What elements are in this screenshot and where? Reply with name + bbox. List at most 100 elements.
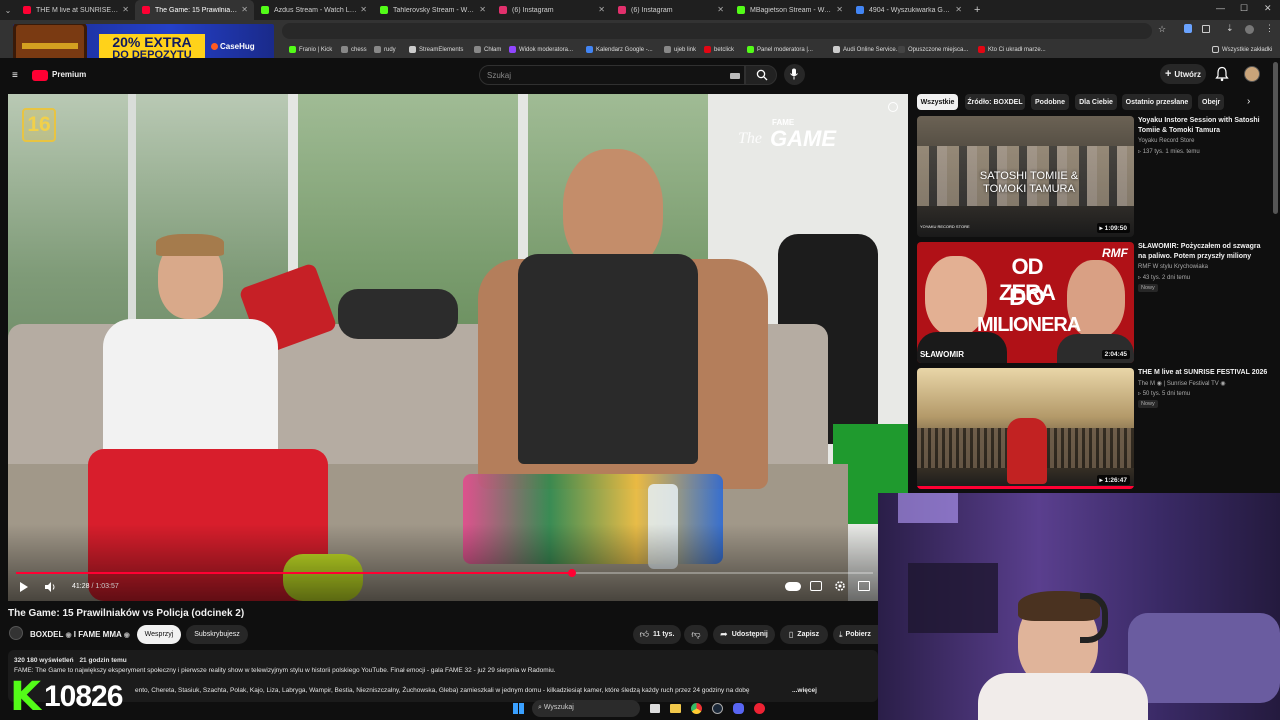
- taskbar-search[interactable]: ⌕ Wyszukaj: [532, 700, 640, 717]
- search-input[interactable]: Szukaj: [479, 65, 745, 85]
- settings-gear-icon[interactable]: [834, 580, 846, 592]
- bookmark-item[interactable]: rudy: [374, 46, 396, 53]
- user-avatar[interactable]: [1244, 66, 1260, 82]
- bookmark-item[interactable]: chess: [341, 46, 367, 53]
- bookmark-item[interactable]: Widok moderatora...: [509, 46, 573, 53]
- chip-source[interactable]: Źródło: BOXDEL: [965, 94, 1025, 110]
- tab-close-icon[interactable]: ✕: [717, 5, 724, 14]
- related-thumbnail[interactable]: ▸ 1:26:47: [917, 368, 1134, 489]
- related-title[interactable]: SŁAWOMIR: Pożyczałem od szwagra na paliw…: [1138, 242, 1268, 261]
- support-button[interactable]: Wesprzyj: [137, 625, 181, 644]
- related-channel[interactable]: Yoyaku Record Store: [1138, 138, 1194, 144]
- time-current: 41:28: [72, 583, 90, 590]
- browser-tab[interactable]: (6) Instagram ✕: [492, 0, 611, 20]
- bookmark-item[interactable]: Opuszczone miejsca...: [898, 46, 968, 53]
- notifications-bell-icon[interactable]: [1215, 66, 1229, 82]
- bookmark-item[interactable]: Chłam: [474, 46, 501, 53]
- tab-close-icon[interactable]: ✕: [122, 5, 129, 14]
- chrome-icon[interactable]: [691, 703, 702, 714]
- voice-search-button[interactable]: [784, 64, 805, 85]
- play-icon[interactable]: [19, 581, 29, 593]
- save-button[interactable]: ▯ Zapisz: [780, 625, 828, 644]
- browser-tab[interactable]: 4904 - Wyszukiwarka Google ✕: [849, 0, 968, 20]
- browser-tab[interactable]: The Game: 15 Prawilniaków vs✕: [135, 0, 254, 20]
- hamburger-menu-icon[interactable]: ≡: [12, 70, 18, 81]
- file-explorer-icon[interactable]: [670, 704, 681, 713]
- related-channel[interactable]: RMF W stylu Krychowiaka: [1138, 264, 1208, 270]
- minimize-button[interactable]: —: [1216, 3, 1225, 13]
- tab-close-icon[interactable]: ✕: [241, 5, 248, 14]
- bookmark-item[interactable]: Franio | Kick: [289, 46, 332, 53]
- chip-all[interactable]: Wszystkie: [917, 94, 958, 110]
- bookmark-item[interactable]: Panel moderatora |...: [747, 46, 813, 53]
- page-scrollbar[interactable]: [1273, 62, 1278, 214]
- bookmark-item[interactable]: Kto Ci ukradł marze...: [978, 46, 1046, 53]
- bookmarks-folder[interactable]: Wszystkie zakładki: [1212, 46, 1272, 53]
- menu-icon[interactable]: ⋮: [1265, 23, 1274, 34]
- tab-search-icon[interactable]: ⌄: [0, 6, 16, 15]
- chip-watched[interactable]: Obejr: [1198, 94, 1224, 110]
- channel-name[interactable]: BOXDEL ◉ I FAME MMA ◉: [30, 630, 130, 639]
- chip-for-you[interactable]: Dla Ciebie: [1075, 94, 1117, 110]
- show-more-link[interactable]: ...więcej: [792, 687, 817, 694]
- bookmark-star-icon[interactable]: ☆: [1158, 24, 1166, 35]
- related-channel-name: The M: [1138, 381, 1156, 387]
- chip-similar[interactable]: Podobne: [1031, 94, 1069, 110]
- bookmark-item[interactable]: betclick: [704, 46, 734, 53]
- bookmark-item[interactable]: ujeb link: [664, 46, 696, 53]
- tab-close-icon[interactable]: ✕: [836, 5, 843, 14]
- dislike-button[interactable]: 👎︎: [684, 625, 708, 644]
- youtube-logo-icon[interactable]: [32, 70, 48, 81]
- browser-tab[interactable]: THE M live at SUNRISE FESTIVAL✕: [16, 0, 135, 20]
- volume-icon[interactable]: [44, 581, 56, 593]
- related-title[interactable]: Yoyaku Instore Session with Satoshi Tomi…: [1138, 116, 1268, 135]
- discord-icon[interactable]: [733, 703, 744, 714]
- tab-close-icon[interactable]: ✕: [598, 5, 605, 14]
- app-icon[interactable]: [754, 703, 765, 714]
- new-tab-button[interactable]: +: [974, 4, 980, 16]
- steam-icon[interactable]: [712, 703, 723, 714]
- channel-name-primary: BOXDEL: [30, 630, 64, 639]
- browser-tab[interactable]: Tahlerovsky Stream - Watch Live✕: [373, 0, 492, 20]
- tab-close-icon[interactable]: ✕: [955, 5, 962, 14]
- close-window-button[interactable]: ✕: [1264, 3, 1272, 14]
- related-thumbnail[interactable]: SATOSHI TOMIIE & TOMOKI TAMURA YOYAKU RE…: [917, 116, 1134, 237]
- related-channel[interactable]: The M ◉ | Sunrise Festival TV ◉: [1138, 380, 1226, 387]
- address-bar[interactable]: [282, 23, 1152, 39]
- profile-icon[interactable]: [1245, 25, 1254, 34]
- bookmark-item[interactable]: Audi Online Service...: [833, 46, 901, 53]
- maximize-button[interactable]: ☐: [1240, 3, 1248, 14]
- chip-recent[interactable]: Ostatnio przesłane: [1122, 94, 1192, 110]
- subscribed-button[interactable]: Subskrybujesz: [186, 625, 248, 644]
- info-icon[interactable]: [888, 102, 898, 112]
- tab-close-icon[interactable]: ✕: [360, 5, 367, 14]
- description-box[interactable]: [8, 650, 878, 702]
- create-button[interactable]: + Utwórz: [1160, 64, 1206, 84]
- share-button[interactable]: ➦ Udostępnij: [713, 625, 775, 644]
- channel-avatar[interactable]: [9, 626, 23, 640]
- extension-icon[interactable]: [1184, 24, 1192, 33]
- autoplay-toggle[interactable]: [785, 582, 801, 591]
- related-title[interactable]: THE M live at SUNRISE FESTIVAL 2026: [1138, 368, 1268, 378]
- keyboard-icon[interactable]: [730, 73, 740, 79]
- task-view-icon[interactable]: [650, 704, 660, 713]
- browser-tab[interactable]: MBagietson Stream - Watch Live✕: [730, 0, 849, 20]
- chevron-right-icon[interactable]: ›: [1247, 96, 1250, 107]
- download-button[interactable]: ⤓ Pobierz: [833, 625, 878, 644]
- bookmark-item[interactable]: StreamElements: [409, 46, 463, 53]
- browser-tab[interactable]: Azdus Stream - Watch Live on✕: [254, 0, 373, 20]
- person-right-tank: [518, 254, 698, 464]
- search-button[interactable]: [745, 65, 777, 85]
- like-button[interactable]: 👍︎ 11 tys.: [633, 625, 681, 644]
- tab-close-icon[interactable]: ✕: [479, 5, 486, 14]
- downloads-icon[interactable]: ⇣: [1226, 23, 1234, 34]
- extension-icon[interactable]: [1202, 25, 1210, 33]
- browser-tab[interactable]: (6) Instagram ✕: [611, 0, 730, 20]
- windows-start-icon[interactable]: [513, 703, 524, 714]
- bookmark-item[interactable]: Kalendarz Google -...: [586, 46, 653, 53]
- related-thumbnail[interactable]: OD ZERA DO MILIONERA RMF SŁAWOMIR 2:04:4…: [917, 242, 1134, 363]
- progress-scrubber[interactable]: [568, 569, 576, 577]
- miniplayer-icon[interactable]: [858, 581, 870, 591]
- video-player[interactable]: 16 FAME The GAME: [8, 94, 908, 601]
- subtitles-icon[interactable]: [810, 581, 822, 591]
